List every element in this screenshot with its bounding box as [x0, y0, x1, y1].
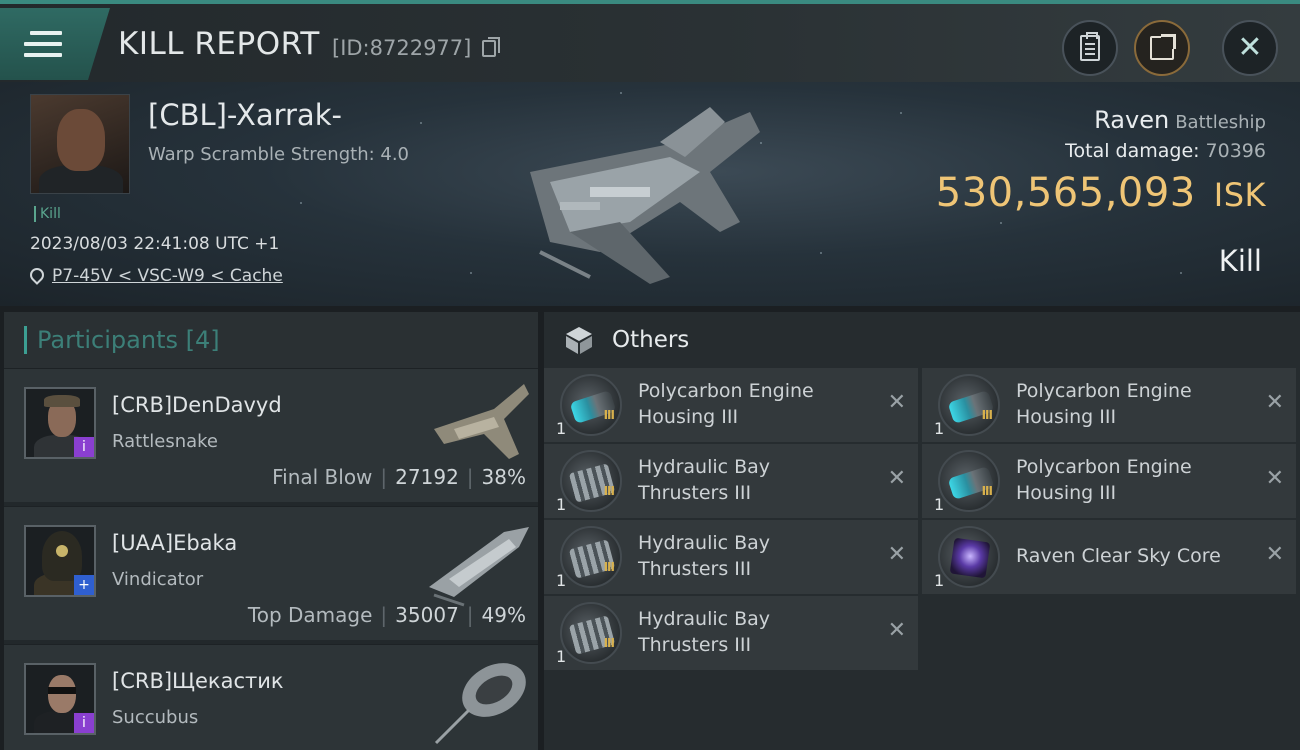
item-quantity: 1 [934, 419, 945, 438]
isk-value: 530,565,093 ISK [936, 170, 1266, 216]
item-row[interactable]: III 1 Polycarbon Engine Housing III ✕ [922, 368, 1296, 442]
participant-avatar[interactable]: i [24, 387, 96, 459]
item-quantity: 1 [556, 647, 567, 666]
clipboard-button[interactable] [1062, 20, 1118, 76]
participant-percent: 38% [481, 465, 526, 489]
participant-role: Top Damage [247, 603, 373, 627]
participant-avatar[interactable]: i [24, 663, 96, 735]
item-quantity: 1 [556, 571, 567, 590]
close-button[interactable]: ✕ [1222, 20, 1278, 76]
isk-amount: 530,565,093 [935, 170, 1196, 216]
participant-stats: Top Damage | 35007 | 49% [247, 603, 526, 627]
kill-tag: Kill [34, 206, 61, 222]
victim-name[interactable]: [CBL]-Xarrak- [148, 98, 342, 132]
title-bar: KILL REPORT [ID:8722977] ✕ [0, 0, 1300, 82]
engine-housing-icon: III [560, 374, 622, 436]
copy-icon[interactable] [482, 37, 500, 57]
participant-percent: 49% [481, 603, 526, 627]
item-name: Hydraulic Bay Thrusters III [638, 456, 771, 504]
participants-panel: Participants [4] i [CRB]DenDavyd Rattles… [4, 312, 538, 750]
item-name: Polycarbon Engine Housing III [1016, 380, 1192, 428]
others-panel: Others III 1 Polycarbon Engine Housing II… [544, 312, 1300, 750]
participant-ship-image [434, 663, 526, 745]
thrusters-icon: III [560, 450, 622, 512]
item-quantity: 1 [556, 419, 567, 438]
others-header: Others [544, 312, 1300, 368]
participant-avatar[interactable]: + [24, 525, 96, 597]
ship-name: Raven [1094, 106, 1170, 134]
item-quantity: 1 [934, 571, 945, 590]
kill-location-link[interactable]: P7-45V < VSC-W9 < Cache [52, 266, 283, 286]
item-row[interactable]: III 1 Polycarbon Engine Housing III ✕ [544, 368, 918, 442]
victim-ship-type[interactable]: Raven Battleship [1094, 106, 1266, 134]
close-icon[interactable]: ✕ [1266, 466, 1284, 491]
item-row[interactable]: 1 Raven Clear Sky Core ✕ [922, 520, 1296, 594]
isk-unit: ISK [1213, 176, 1266, 214]
item-name: Polycarbon Engine Housing III [1016, 456, 1192, 504]
participant-badge-icon: i [74, 437, 94, 457]
close-icon[interactable]: ✕ [888, 618, 906, 643]
close-icon: ✕ [1237, 30, 1263, 65]
item-name: Raven Clear Sky Core [1016, 545, 1221, 567]
participant-ship: Succubus [112, 707, 199, 728]
page-title: KILL REPORT [118, 26, 320, 62]
menu-icon [24, 31, 62, 57]
warp-scramble-strength: Warp Scramble Strength: 4.0 [148, 144, 410, 165]
thrusters-icon: III [560, 526, 622, 588]
participant-row[interactable]: + [UAA]Ebaka Vindicator Top Damage | 35007… [4, 506, 538, 640]
victim-avatar[interactable] [30, 94, 130, 194]
clipboard-icon [1080, 32, 1100, 61]
participant-name: [CRB]DenDavyd [112, 393, 282, 417]
item-name: Hydraulic Bay Thrusters III [638, 532, 771, 580]
victim-panel: [CBL]-Xarrak- Warp Scramble Strength: 4.… [0, 82, 1300, 306]
item-quantity: 1 [934, 495, 945, 514]
item-row[interactable]: III 1 Hydraulic Bay Thrusters III ✕ [544, 444, 918, 518]
participant-ship: Rattlesnake [112, 431, 219, 452]
total-damage-label: Total damage: [1065, 140, 1200, 162]
result-label: Kill [1218, 244, 1262, 278]
item-name: Hydraulic Bay Thrusters III [638, 608, 771, 656]
clear-sky-core-icon [938, 526, 1000, 588]
participant-damage: 27192 [395, 465, 459, 489]
participant-ship-image [434, 384, 529, 459]
location-pin-icon [27, 265, 47, 285]
close-icon[interactable]: ✕ [1266, 542, 1284, 567]
victim-ship-image [530, 107, 760, 284]
participants-header[interactable]: Participants [4] [4, 312, 538, 368]
close-icon[interactable]: ✕ [888, 390, 906, 415]
report-id: [ID:8722977] [332, 36, 472, 60]
share-icon [1150, 34, 1176, 60]
participant-name: [CRB]Щекастик [112, 669, 284, 693]
close-icon[interactable]: ✕ [888, 542, 906, 567]
participant-row[interactable]: i [CRB]DenDavyd Rattlesnake Final Blow | 2… [4, 368, 538, 502]
participant-name: [UAA]Ebaka [112, 531, 238, 555]
thrusters-icon: III [560, 602, 622, 664]
cube-icon [566, 327, 592, 354]
item-row[interactable]: III 1 Hydraulic Bay Thrusters III ✕ [544, 520, 918, 594]
close-icon[interactable]: ✕ [1266, 390, 1284, 415]
engine-housing-icon: III [938, 374, 1000, 436]
ship-class: Battleship [1175, 112, 1266, 133]
participant-badge-icon: i [74, 713, 94, 733]
item-name: Polycarbon Engine Housing III [638, 380, 814, 428]
item-row[interactable]: III 1 Hydraulic Bay Thrusters III ✕ [544, 596, 918, 670]
total-damage: Total damage: 70396 [1065, 140, 1266, 162]
participant-ship: Vindicator [112, 569, 204, 590]
participant-badge-icon: + [74, 575, 94, 595]
total-damage-value: 70396 [1205, 140, 1266, 162]
kill-datetime: 2023/08/03 22:41:08 UTC +1 [30, 234, 280, 254]
item-row[interactable]: III 1 Polycarbon Engine Housing III ✕ [922, 444, 1296, 518]
item-quantity: 1 [556, 495, 567, 514]
participant-damage: 35007 [395, 603, 459, 627]
share-button[interactable] [1134, 20, 1190, 76]
participant-row[interactable]: i [CRB]Щекастик Succubus [4, 644, 538, 750]
engine-housing-icon: III [938, 450, 1000, 512]
participant-ship-image [429, 527, 529, 607]
menu-button[interactable] [0, 8, 110, 80]
others-title: Others [612, 327, 690, 353]
participant-stats: Final Blow | 27192 | 38% [272, 465, 526, 489]
participant-role: Final Blow [272, 465, 373, 489]
close-icon[interactable]: ✕ [888, 466, 906, 491]
